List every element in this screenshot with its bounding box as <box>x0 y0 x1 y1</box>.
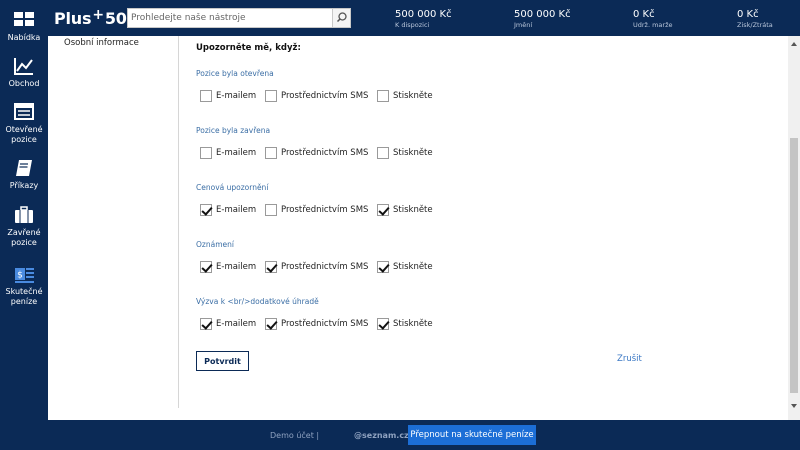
search-button[interactable] <box>332 9 350 27</box>
email-checkbox[interactable] <box>200 261 212 273</box>
stat-label: Jmění <box>514 21 533 29</box>
stat-value: 0 Kč <box>633 9 655 20</box>
confirm-button[interactable]: Potvrdit <box>196 351 249 371</box>
briefcase-icon <box>15 206 33 223</box>
push-checkbox[interactable] <box>377 318 389 330</box>
footer-bar: Demo účet | @seznam.cz Přepnout na skute… <box>48 420 800 450</box>
list-window-icon <box>14 103 34 120</box>
sidebar-item-label: Nabídka <box>7 33 41 42</box>
push-checkbox[interactable] <box>377 261 389 273</box>
notification-settings: Upozorněte mě, když: Pozice byla otevřen… <box>196 36 776 416</box>
section-title: Pozice byla zavřena <box>196 126 271 135</box>
trend-chart-icon <box>14 58 33 75</box>
push-option-label: Stiskněte <box>393 205 433 215</box>
push-checkbox[interactable] <box>377 147 389 159</box>
sidebar-item-label: Obchod <box>8 79 40 88</box>
sidebar: Nabídka Obchod Otevřené pozice Příkazy Z… <box>0 0 48 450</box>
sidebar-item-menu[interactable]: Nabídka <box>0 10 48 43</box>
sms-checkbox[interactable] <box>265 147 277 159</box>
push-option-label: Stiskněte <box>393 91 433 101</box>
push-checkbox[interactable] <box>377 90 389 102</box>
sidebar-item-closed-positions[interactable]: Zavřené pozice <box>0 205 48 248</box>
demo-account-label: Demo účet | <box>270 431 320 440</box>
sms-option-label: Prostřednictvím SMS <box>281 91 369 101</box>
stat-value: 0 Kč <box>737 9 759 20</box>
sidebar-item-label: Zavřené pozice <box>7 228 41 247</box>
email-option-label: E-mailem <box>216 262 257 272</box>
sidebar-item-label: Skutečné peníze <box>5 287 43 306</box>
email-option-label: E-mailem <box>216 148 257 158</box>
form-heading: Upozorněte mě, když: <box>196 43 301 53</box>
sms-option-label: Prostřednictvím SMS <box>281 205 369 215</box>
scrollbar-thumb[interactable] <box>790 138 798 393</box>
push-option-label: Stiskněte <box>393 319 433 329</box>
push-checkbox[interactable] <box>377 204 389 216</box>
sms-option-label: Prostřednictvím SMS <box>281 319 369 329</box>
account-email: @seznam.cz <box>354 431 409 440</box>
settings-nav: Osobní informace <box>48 36 179 408</box>
sidebar-item-open-positions[interactable]: Otevřené pozice <box>0 102 48 145</box>
sidebar-item-label: Příkazy <box>9 181 39 190</box>
search-icon <box>336 12 347 23</box>
top-bar: Plus+500 500 000 Kč K dispozici 500 000 … <box>48 0 800 36</box>
email-checkbox[interactable] <box>200 318 212 330</box>
sms-checkbox[interactable] <box>265 204 277 216</box>
stat-value: 500 000 Kč <box>514 9 571 20</box>
svg-text:$: $ <box>17 271 23 281</box>
push-option-label: Stiskněte <box>393 148 433 158</box>
email-option-label: E-mailem <box>216 91 257 101</box>
grid-menu-icon <box>14 12 34 26</box>
scrollbar[interactable] <box>788 36 800 420</box>
logo-plus: + <box>92 7 104 23</box>
section-title: Oznámení <box>196 240 234 249</box>
cancel-link[interactable]: Zrušit <box>617 354 642 364</box>
stat-label: K dispozici <box>395 21 430 29</box>
logo-text-left: Plus <box>54 9 92 28</box>
scroll-up-arrow-icon[interactable] <box>791 42 797 46</box>
push-option-label: Stiskněte <box>393 262 433 272</box>
plus500-logo[interactable]: Plus+500 <box>54 7 138 28</box>
email-checkbox[interactable] <box>200 90 212 102</box>
stat-label: Udrž. marže <box>633 21 673 29</box>
sidebar-item-label: Otevřené pozice <box>5 125 43 144</box>
sms-option-label: Prostřednictvím SMS <box>281 148 369 158</box>
sms-checkbox[interactable] <box>265 261 277 273</box>
sms-checkbox[interactable] <box>265 318 277 330</box>
notebook-icon <box>16 160 32 176</box>
search-input[interactable] <box>131 10 331 26</box>
sidebar-item-trade[interactable]: Obchod <box>0 56 48 89</box>
nav-item-personal-info[interactable]: Osobní informace <box>64 38 139 48</box>
money-stack-icon: $ <box>15 268 34 283</box>
sms-option-label: Prostřednictvím SMS <box>281 262 369 272</box>
stat-available: 500 000 Kč K dispozici <box>395 9 452 29</box>
search-box <box>127 8 351 28</box>
email-checkbox[interactable] <box>200 204 212 216</box>
sidebar-item-real-money[interactable]: $ Skutečné peníze <box>0 264 48 307</box>
section-title: Cenová upozornění <box>196 183 269 192</box>
email-checkbox[interactable] <box>200 147 212 159</box>
stat-profit-loss: 0 Kč Zisk/Ztráta <box>737 9 773 29</box>
email-option-label: E-mailem <box>216 205 257 215</box>
stat-equity: 500 000 Kč Jmění <box>514 9 571 29</box>
main-panel: Osobní informace Upozorněte mě, když: Po… <box>48 36 788 420</box>
stat-maintenance-margin: 0 Kč Udrž. marže <box>633 9 673 29</box>
sms-checkbox[interactable] <box>265 90 277 102</box>
switch-to-real-money-button[interactable]: Přepnout na skutečné peníze <box>408 425 536 445</box>
email-option-label: E-mailem <box>216 319 257 329</box>
section-title: Pozice byla otevřena <box>196 69 274 78</box>
scroll-down-arrow-icon[interactable] <box>791 404 797 408</box>
section-title: Výzva k <br/>dodatkové úhradě <box>196 297 319 306</box>
stat-label: Zisk/Ztráta <box>737 21 773 29</box>
sidebar-item-orders[interactable]: Příkazy <box>0 158 48 191</box>
stat-value: 500 000 Kč <box>395 9 452 20</box>
